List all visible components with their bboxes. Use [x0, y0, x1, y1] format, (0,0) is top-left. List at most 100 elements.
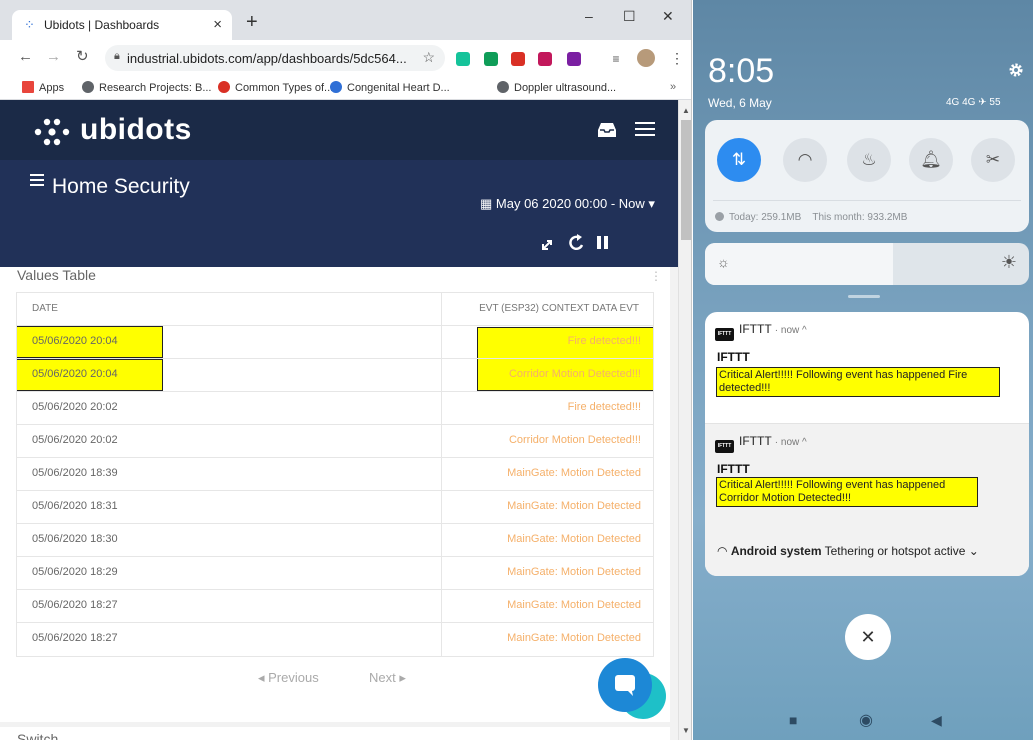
- back-triangle-icon[interactable]: ◀: [931, 712, 942, 729]
- dashboard-selector[interactable]: Home Security: [30, 174, 190, 199]
- wifi-toggle[interactable]: ◠: [783, 138, 827, 182]
- bell-icon: 🔔︎: [920, 150, 942, 169]
- hotspot-icon: ◠: [717, 544, 731, 558]
- playlist-icon[interactable]: ≡: [609, 52, 623, 66]
- row-date: 05/06/2020 20:02: [32, 434, 118, 446]
- profile-avatar[interactable]: [637, 49, 655, 67]
- new-tab-button[interactable]: +: [246, 12, 258, 32]
- data-usage-month: This month: 933.2MB: [812, 212, 908, 223]
- clear-notifications-button[interactable]: ✕: [845, 614, 891, 660]
- close-tab-icon[interactable]: ×: [213, 16, 222, 33]
- bookmark-label: Doppler ultrasound...: [514, 82, 617, 94]
- notification-header: IFTTT IFTTT · now ^: [715, 322, 807, 341]
- bookmark-star-icon[interactable]: ☆: [422, 49, 435, 66]
- browser-window: ⁘ Ubidots | Dashboards × + – ☐ ✕ ← → ↻ 🔒…: [0, 0, 692, 740]
- page-scrollbar-thumb[interactable]: [681, 120, 691, 240]
- table-row[interactable]: 05/06/2020 20:04 Corridor Motion Detected…: [17, 358, 653, 391]
- date-range-picker[interactable]: ▦ May 06 2020 00:00 - Now ▾: [480, 196, 655, 212]
- table-row[interactable]: 05/06/2020 18:27 MainGate: Motion Detecte…: [17, 589, 653, 622]
- bookmark-label: Congenital Heart D...: [347, 82, 450, 94]
- flashlight-toggle[interactable]: ♨: [847, 138, 891, 182]
- gear-icon[interactable]: [1008, 62, 1024, 78]
- extension-green-icon[interactable]: [484, 52, 498, 66]
- address-bar[interactable]: 🔒︎ industrial.ubidots.com/app/dashboards…: [105, 45, 445, 71]
- more-bookmarks-icon[interactable]: »: [670, 81, 676, 93]
- lock-icon: 🔒︎: [114, 50, 120, 62]
- back-arrow-icon[interactable]: ←: [18, 49, 33, 65]
- heart-outline-icon: [330, 81, 342, 93]
- screenshot-toggle[interactable]: ✂: [971, 138, 1015, 182]
- pause-icon[interactable]: [597, 236, 608, 249]
- row-date: 05/06/2020 20:04: [32, 368, 118, 380]
- widget-menu-icon[interactable]: ⋮: [650, 269, 662, 283]
- close-window-button[interactable]: ✕: [662, 8, 674, 25]
- reload-icon[interactable]: ↻: [76, 49, 89, 65]
- notification-android-system[interactable]: ◠ Android system Tethering or hotspot ac…: [705, 522, 1029, 576]
- table-row[interactable]: 05/06/2020 20:02 Fire detected!!!: [17, 391, 653, 424]
- notification-app: IFTTT: [739, 322, 772, 336]
- values-table-widget: Values Table ⋮ DATE EVT (ESP32) CONTEXT …: [0, 267, 670, 722]
- values-table: DATE EVT (ESP32) CONTEXT DATA EVT 05/06/…: [16, 292, 654, 657]
- grammarly-icon[interactable]: [456, 52, 470, 66]
- ubidots-header: ubidots: [0, 100, 678, 160]
- main-menu-icon[interactable]: [635, 122, 655, 136]
- refresh-icon[interactable]: [569, 234, 584, 250]
- row-value: MainGate: Motion Detected: [507, 632, 641, 644]
- inbox-icon[interactable]: [597, 122, 617, 138]
- row-value: MainGate: Motion Detected: [507, 467, 641, 479]
- page-scrollbar[interactable]: ▲ ▼: [678, 100, 691, 740]
- bookmark-common-types[interactable]: Common Types of...: [218, 81, 333, 94]
- expand-icon[interactable]: [542, 240, 552, 250]
- screenshot-icon: ✂: [985, 150, 1001, 169]
- column-header-date[interactable]: DATE: [32, 293, 58, 325]
- bookmark-congenital-heart[interactable]: Congenital Heart D...: [330, 81, 450, 94]
- extension-red-icon[interactable]: [511, 52, 525, 66]
- silent-toggle[interactable]: 🔔︎: [909, 138, 953, 182]
- forward-arrow-icon[interactable]: →: [46, 49, 61, 65]
- recents-square-icon[interactable]: ■: [789, 712, 797, 728]
- column-header-value[interactable]: EVT (ESP32) CONTEXT DATA EVT: [479, 293, 639, 325]
- notification-ifttt-corridor[interactable]: IFTTT IFTTT · now ^ IFTTT Critical Alert!…: [705, 424, 1029, 522]
- row-date: 05/06/2020 18:31: [32, 500, 118, 512]
- table-row[interactable]: 05/06/2020 18:30 MainGate: Motion Detecte…: [17, 523, 653, 556]
- chevron-down-icon[interactable]: ⌄: [969, 544, 979, 558]
- scroll-down-icon[interactable]: ▼: [682, 726, 690, 735]
- mobile-data-icon: ⇅: [731, 150, 747, 169]
- table-row[interactable]: 05/06/2020 20:02 Corridor Motion Detected…: [17, 424, 653, 457]
- bookmark-doppler[interactable]: Doppler ultrasound...: [497, 81, 616, 94]
- bookmark-label: Apps: [39, 82, 65, 94]
- tab-ubidots[interactable]: ⁘ Ubidots | Dashboards ×: [12, 10, 232, 40]
- bookmark-apps[interactable]: Apps: [22, 81, 64, 94]
- row-value: MainGate: Motion Detected: [507, 599, 641, 611]
- mobile-data-toggle[interactable]: ⇅: [717, 138, 761, 182]
- minimize-button[interactable]: –: [585, 8, 593, 24]
- previous-page-button[interactable]: ◂ Previous: [258, 670, 319, 686]
- row-date: 05/06/2020 18:27: [32, 599, 118, 611]
- notification-meta: · now ^: [774, 325, 807, 336]
- status-icons: 4G 4G ✈ 55: [946, 97, 1001, 108]
- table-row[interactable]: 05/06/2020 18:31 MainGate: Motion Detecte…: [17, 490, 653, 523]
- browser-menu-icon[interactable]: ⋮: [670, 50, 684, 67]
- widget-title: Switch: [17, 731, 59, 740]
- row-value: Corridor Motion Detected!!!: [508, 368, 641, 380]
- panel-drag-handle[interactable]: [848, 295, 880, 298]
- table-row[interactable]: 05/06/2020 18:27 MainGate: Motion Detecte…: [17, 622, 653, 655]
- table-row[interactable]: 05/06/2020 20:04 Fire detected!!!: [17, 325, 653, 358]
- maximize-button[interactable]: ☐: [623, 8, 636, 25]
- extension-pink-icon[interactable]: [538, 52, 552, 66]
- extension-purple-icon[interactable]: [567, 52, 581, 66]
- next-page-button[interactable]: Next ▸: [369, 670, 406, 686]
- brightness-slider[interactable]: ☼ ☀: [705, 243, 1029, 285]
- caret-down-icon: ▾: [644, 196, 655, 211]
- table-row[interactable]: 05/06/2020 18:29 MainGate: Motion Detecte…: [17, 556, 653, 589]
- table-row[interactable]: 05/06/2020 18:39 MainGate: Motion Detecte…: [17, 457, 653, 490]
- home-circle-icon[interactable]: ◉: [859, 710, 873, 730]
- notification-ifttt-fire[interactable]: IFTTT IFTTT · now ^ IFTTT Critical Alert!…: [705, 312, 1029, 423]
- apps-grid-icon: [22, 81, 34, 93]
- scroll-up-icon[interactable]: ▲: [682, 106, 690, 115]
- row-value: Corridor Motion Detected!!!: [508, 434, 641, 446]
- ubidots-logo-text: ubidots: [80, 113, 192, 146]
- bookmark-research-projects[interactable]: Research Projects: B...: [82, 81, 212, 94]
- chat-launcher-button[interactable]: [598, 658, 652, 712]
- notification-group: IFTTT IFTTT · now ^ IFTTT Critical Alert!…: [705, 312, 1029, 576]
